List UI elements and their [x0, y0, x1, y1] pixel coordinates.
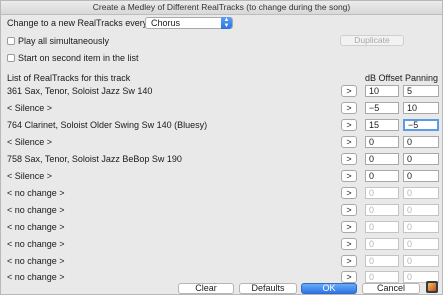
button-bar: Clear Defaults OK Cancel [1, 280, 442, 294]
defaults-button[interactable]: Defaults [239, 283, 297, 294]
duplicate-button[interactable]: Duplicate [340, 35, 404, 46]
change-every-value: Chorus [151, 18, 181, 28]
select-track-button[interactable]: > [341, 187, 357, 199]
panning-field[interactable]: 10 [403, 102, 439, 114]
select-track-button[interactable]: > [341, 102, 357, 114]
select-track-button[interactable]: > [341, 85, 357, 97]
select-track-button[interactable]: > [341, 153, 357, 165]
db-offset-field[interactable]: 0 [365, 136, 399, 148]
track-name: < no change > [7, 222, 65, 232]
db-offset-header: dB Offset [365, 73, 403, 83]
panning-header: Panning [405, 73, 439, 83]
cancel-button[interactable]: Cancel [362, 283, 420, 294]
select-track-button[interactable]: > [341, 119, 357, 131]
panning-field[interactable]: −5 [403, 119, 439, 131]
db-offset-field[interactable]: 0 [365, 204, 399, 216]
track-name: < no change > [7, 239, 65, 249]
db-offset-field[interactable]: 0 [365, 221, 399, 233]
track-name: < no change > [7, 256, 65, 266]
track-name: < Silence > [7, 103, 53, 113]
db-offset-field[interactable]: 0 [365, 238, 399, 250]
window-title: Create a Medley of Different RealTracks … [1, 1, 442, 15]
track-name: < Silence > [7, 137, 53, 147]
track-name: 361 Sax, Tenor, Soloist Jazz Sw 140 [7, 86, 153, 96]
select-track-button[interactable]: > [341, 136, 357, 148]
track-name: < no change > [7, 188, 65, 198]
db-offset-field[interactable]: 0 [365, 170, 399, 182]
start-second-checkbox[interactable] [7, 54, 15, 62]
track-name: < no change > [7, 205, 65, 215]
db-offset-field[interactable]: 0 [365, 255, 399, 267]
app-logo-icon [426, 281, 438, 293]
db-offset-field[interactable]: 0 [365, 153, 399, 165]
panning-field[interactable]: 0 [403, 221, 439, 233]
chevron-updown-icon: ▲ ▼ [221, 17, 232, 29]
start-second-label: Start on second item in the list [18, 53, 139, 63]
panning-field[interactable]: 0 [403, 153, 439, 165]
panning-field[interactable]: 0 [403, 238, 439, 250]
panning-field[interactable]: 0 [403, 255, 439, 267]
select-track-button[interactable]: > [341, 204, 357, 216]
panning-field[interactable]: 0 [403, 170, 439, 182]
track-name: 764 Clarinet, Soloist Older Swing Sw 140… [7, 120, 208, 130]
db-offset-field[interactable]: 15 [365, 119, 399, 131]
play-all-label: Play all simultaneously [18, 36, 110, 46]
panning-field[interactable]: 5 [403, 85, 439, 97]
db-offset-field[interactable]: −5 [365, 102, 399, 114]
select-track-button[interactable]: > [341, 255, 357, 267]
select-track-button[interactable]: > [341, 170, 357, 182]
change-every-select[interactable]: Chorus ▲ ▼ [145, 17, 233, 29]
panning-field[interactable]: 0 [403, 136, 439, 148]
list-header: List of RealTracks for this track [7, 73, 131, 83]
db-offset-field[interactable]: 10 [365, 85, 399, 97]
change-every-label: Change to a new RealTracks every [7, 18, 148, 28]
play-all-checkbox[interactable] [7, 37, 15, 45]
db-offset-field[interactable]: 0 [365, 187, 399, 199]
clear-button[interactable]: Clear [178, 283, 234, 294]
track-name: < Silence > [7, 171, 53, 181]
select-track-button[interactable]: > [341, 221, 357, 233]
panning-field[interactable]: 0 [403, 204, 439, 216]
select-track-button[interactable]: > [341, 238, 357, 250]
track-name: 758 Sax, Tenor, Soloist Jazz BeBop Sw 19… [7, 154, 182, 164]
panning-field[interactable]: 0 [403, 187, 439, 199]
ok-button[interactable]: OK [301, 283, 357, 294]
medley-dialog: Create a Medley of Different RealTracks … [0, 0, 443, 295]
